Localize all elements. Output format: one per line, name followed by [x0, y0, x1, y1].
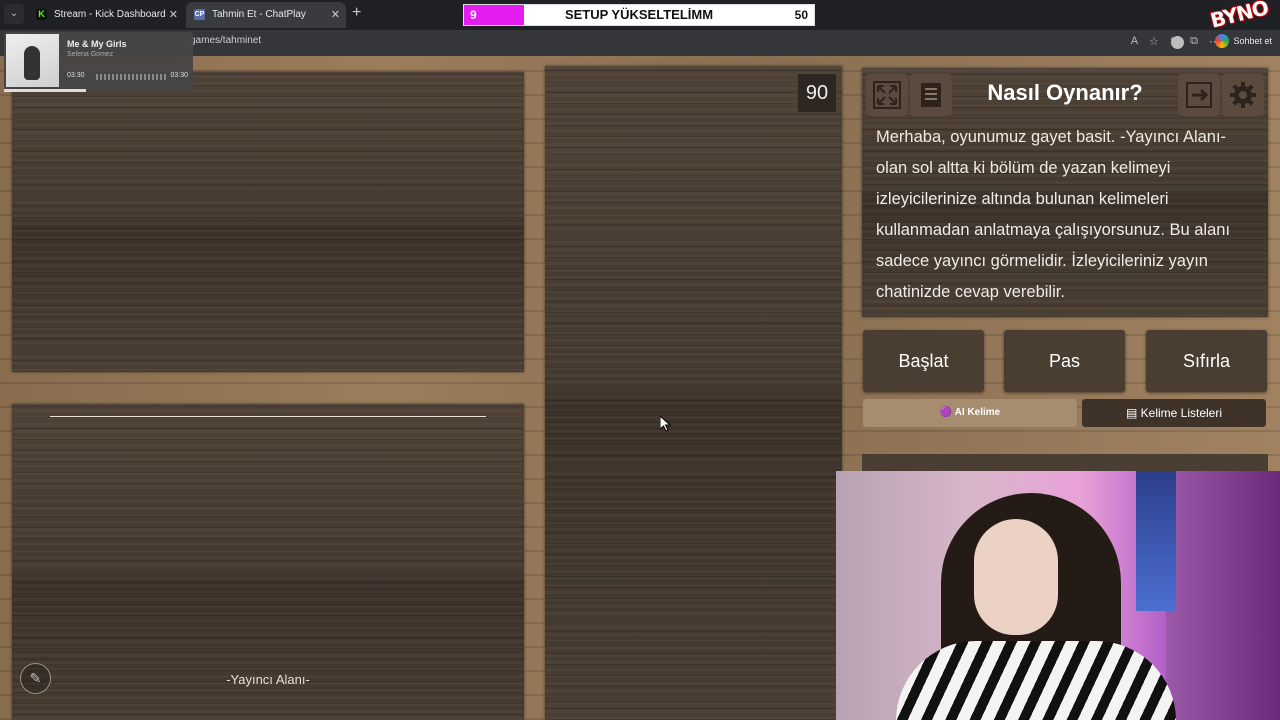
now-playing-widget[interactable]: Me & My Girls Selena Gomez 03:30 03:30	[4, 32, 193, 92]
word-lists-label: Kelime Listeleri	[1140, 406, 1223, 420]
reset-button[interactable]: Sıfırla	[1146, 330, 1267, 392]
background-door	[1166, 471, 1280, 720]
copilot-chat-button[interactable]: Sohbet et	[1215, 34, 1272, 48]
ai-word-button[interactable]: 🟣 AI Kelime	[863, 399, 1077, 427]
word-blank-line	[50, 416, 486, 417]
list-icon: ▤	[1125, 406, 1141, 420]
exit-icon	[1186, 82, 1212, 108]
audio-waveform	[96, 74, 168, 80]
word-lists-button[interactable]: ▤ Kelime Listeleri	[1082, 399, 1266, 427]
webcam-feed	[836, 471, 1280, 720]
browser-tab-bar: ⌄ K Stream - Kick Dashboard ✕ CP Tahmin …	[0, 0, 1280, 33]
read-aloud-icon[interactable]: A	[1131, 35, 1138, 48]
favorite-star-icon[interactable]: ☆	[1149, 35, 1159, 48]
streamer-area-label: -Yayıncı Alanı-	[226, 672, 310, 687]
pen-icon[interactable]: ✎	[1170, 35, 1179, 48]
album-art	[6, 34, 59, 87]
goal-progress-bar: 9 SETUP YÜKSELTELİMM 50	[463, 4, 815, 26]
background-scarf	[1136, 471, 1176, 611]
how-to-play-text: Merhaba, oyunumuz gayet basit. -Yayıncı …	[876, 128, 1231, 301]
close-icon[interactable]: ✕	[331, 2, 340, 28]
settings-button[interactable]	[1222, 74, 1264, 116]
tab-search-chevron-icon[interactable]: ⌄	[4, 4, 24, 24]
tab-kick-dashboard[interactable]: K Stream - Kick Dashboard ✕	[28, 2, 184, 28]
address-bar-icons: A ☆ ✎ ⧉ ⋯	[1131, 35, 1220, 48]
new-tab-plus-icon[interactable]: +	[352, 4, 361, 22]
mouse-cursor	[659, 414, 672, 437]
gear-icon	[1230, 82, 1256, 108]
song-title: Me & My Girls	[67, 39, 127, 49]
kick-icon: K	[36, 9, 47, 20]
url-field[interactable]: games/tahminet	[190, 35, 261, 46]
middle-panel	[545, 66, 842, 720]
top-left-panel	[12, 72, 524, 372]
time-total: 03:30	[170, 72, 188, 79]
time-elapsed: 03:30	[67, 72, 85, 79]
collections-icon[interactable]: ⧉	[1190, 35, 1198, 48]
tab-chatplay[interactable]: CP Tahmin Et - ChatPlay ✕	[186, 2, 346, 28]
pass-button[interactable]: Pas	[1004, 330, 1125, 392]
exit-button[interactable]	[1178, 74, 1220, 116]
countdown-timer: 90	[798, 74, 836, 112]
tab-label: Tahmin Et - ChatPlay	[212, 9, 306, 20]
chat-button-label: Sohbet et	[1233, 36, 1272, 46]
goal-title: SETUP YÜKSELTELİMM	[564, 7, 714, 22]
streamer-shirt	[896, 641, 1176, 720]
chatplay-icon: CP	[194, 9, 205, 20]
song-artist: Selena Gomez	[67, 51, 114, 58]
streamer-face	[974, 519, 1058, 635]
playback-progress	[4, 89, 86, 92]
copilot-icon	[1215, 34, 1230, 48]
start-button[interactable]: Başlat	[863, 330, 984, 392]
close-icon[interactable]: ✕	[169, 2, 178, 28]
tab-label: Stream - Kick Dashboard	[54, 9, 166, 20]
stream-brand-logo: BYNO	[1207, 0, 1271, 33]
goal-target: 50	[794, 8, 808, 22]
